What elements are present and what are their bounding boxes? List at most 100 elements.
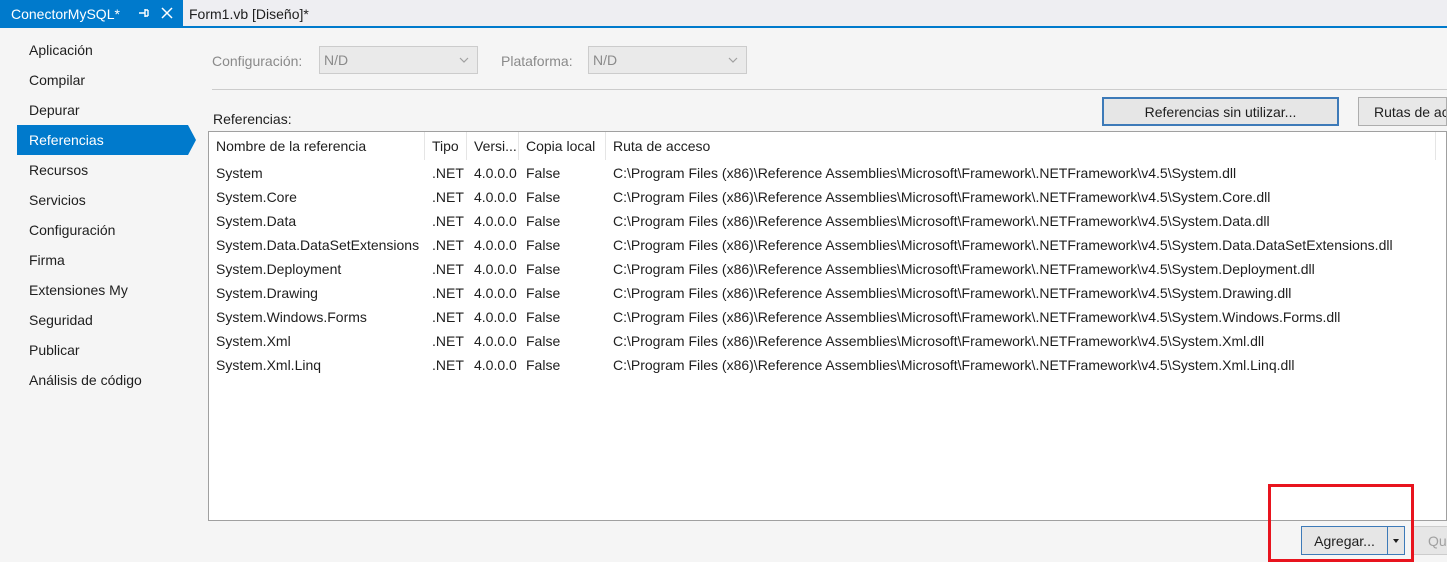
table-row[interactable]: System.Xml .NET 4.0.0.0 False C:\Program Fil… — [209, 329, 1446, 353]
chevron-down-icon — [728, 57, 738, 63]
nav-item-label: Firma — [29, 252, 65, 268]
cell-version: 4.0.0.0 — [474, 333, 517, 349]
cell-path: C:\Program Files (x86)\Reference Assembl… — [613, 213, 1270, 229]
cell-version: 4.0.0.0 — [474, 357, 517, 373]
table-row[interactable]: System.Deployment .NET 4.0.0.0 False C:\Prog… — [209, 257, 1446, 281]
plataforma-label: Plataforma: — [501, 53, 573, 69]
cell-version: 4.0.0.0 — [474, 309, 517, 325]
cell-name: System.Xml.Linq — [216, 357, 322, 373]
cell-path: C:\Program Files (x86)\Reference Assembl… — [613, 189, 1271, 205]
cell-type: .NET — [432, 165, 464, 181]
nav-item-aplicacion[interactable]: Aplicación — [17, 35, 188, 65]
table-row[interactable]: System.Core .NET 4.0.0.0 False C:\Program Fi… — [209, 185, 1446, 209]
table-row[interactable]: System .NET 4.0.0.0 False C:\Program Files (… — [209, 161, 1446, 185]
cell-path: C:\Program Files (x86)\Reference Assembl… — [613, 357, 1295, 373]
plataforma-value: N/D — [593, 52, 618, 68]
cell-path: C:\Program Files (x86)\Reference Assembl… — [613, 285, 1292, 301]
cell-copy-local: False — [526, 333, 561, 349]
nav-item-label: Extensiones My — [29, 282, 128, 298]
tab-form1-design[interactable]: Form1.vb [Diseño]* — [183, 0, 315, 28]
nav-item-analisis-de-codigo[interactable]: Análisis de código — [17, 365, 188, 395]
nav-item-label: Compilar — [29, 72, 86, 88]
column-header-path[interactable]: Ruta de acceso — [606, 132, 1436, 160]
remove-reference-button[interactable]: Qu — [1412, 526, 1447, 555]
cell-path: C:\Program Files (x86)\Reference Assembl… — [613, 309, 1341, 325]
cell-version: 4.0.0.0 — [474, 261, 517, 277]
cell-type: .NET — [432, 309, 464, 325]
caret-down-icon — [1393, 538, 1399, 543]
cell-path: C:\Program Files (x86)\Reference Assembl… — [613, 333, 1265, 349]
nav-item-recursos[interactable]: Recursos — [17, 155, 188, 185]
nav-item-configuracion[interactable]: Configuración — [17, 215, 188, 245]
column-header-type[interactable]: Tipo — [425, 132, 467, 160]
cell-type: .NET — [432, 237, 464, 253]
pin-icon[interactable] — [137, 6, 151, 20]
unused-references-button-label: Referencias sin utilizar... — [1144, 103, 1297, 120]
nav-item-seguridad[interactable]: Seguridad — [17, 305, 188, 335]
nav-item-label: Depurar — [29, 102, 80, 118]
table-row[interactable]: System.Drawing .NET 4.0.0.0 False C:\Program… — [209, 281, 1446, 305]
cell-copy-local: False — [526, 237, 561, 253]
reference-paths-button[interactable]: Rutas de ac — [1358, 97, 1447, 126]
cell-copy-local: False — [526, 309, 561, 325]
cell-type: .NET — [432, 213, 464, 229]
column-header-version[interactable]: Versi... — [467, 132, 519, 160]
plataforma-select[interactable]: N/D — [588, 46, 747, 74]
add-reference-split-button[interactable]: Agregar... — [1301, 526, 1405, 555]
nav-item-compilar[interactable]: Compilar — [17, 65, 188, 95]
add-reference-dropdown[interactable] — [1388, 527, 1404, 554]
cell-copy-local: False — [526, 357, 561, 373]
configuracion-value: N/D — [324, 52, 349, 68]
nav-item-label: Recursos — [29, 162, 89, 178]
nav-item-label: Análisis de código — [29, 372, 142, 388]
add-reference-button[interactable]: Agregar... — [1302, 527, 1388, 554]
cell-version: 4.0.0.0 — [474, 165, 517, 181]
cell-copy-local: False — [526, 165, 561, 181]
remove-reference-button-label: Qu — [1428, 532, 1447, 549]
configuracion-select[interactable]: N/D — [319, 46, 478, 74]
nav-item-firma[interactable]: Firma — [17, 245, 188, 275]
table-row[interactable]: System.Data.DataSetExtensions .NET 4.0.0.0… — [209, 233, 1446, 257]
unused-references-button[interactable]: Referencias sin utilizar... — [1102, 97, 1339, 126]
references-label: Referencias: — [213, 111, 292, 127]
nav-item-servicios[interactable]: Servicios — [17, 185, 188, 215]
cell-name: System.Deployment — [216, 261, 342, 277]
nav-item-depurar[interactable]: Depurar — [17, 95, 188, 125]
nav-item-label: Publicar — [29, 342, 80, 358]
tab-label: ConectorMySQL* — [11, 6, 120, 22]
cell-name: System.Drawing — [216, 285, 318, 301]
cell-copy-local: False — [526, 213, 561, 229]
nav-item-label: Referencias — [29, 132, 104, 148]
nav-item-referencias[interactable]: Referencias — [17, 125, 196, 155]
close-icon[interactable] — [160, 6, 174, 20]
cell-path: C:\Program Files (x86)\Reference Assembl… — [613, 165, 1237, 181]
document-tab-bar: ConectorMySQL* Form1.vb [Diseño]* — [0, 0, 1447, 28]
cell-name: System.Windows.Forms — [216, 309, 367, 325]
tab-conectormysql[interactable]: ConectorMySQL* — [0, 0, 183, 28]
cell-name: System.Core — [216, 189, 297, 205]
cell-path: C:\Program Files (x86)\Reference Assembl… — [613, 261, 1315, 277]
nav-item-label: Aplicación — [29, 42, 93, 58]
nav-item-extensiones-my[interactable]: Extensiones My — [17, 275, 188, 305]
nav-item-publicar[interactable]: Publicar — [17, 335, 188, 365]
cell-version: 4.0.0.0 — [474, 285, 517, 301]
project-properties-nav: Aplicación Compilar Depurar Referencias … — [0, 30, 196, 562]
cell-copy-local: False — [526, 189, 561, 205]
cell-name: System.Data — [216, 213, 297, 229]
table-row[interactable]: System.Xml.Linq .NET 4.0.0.0 False C:\Progra… — [209, 353, 1446, 377]
cell-name: System.Xml — [216, 333, 291, 349]
column-header-copy-local[interactable]: Copia local — [519, 132, 606, 160]
cell-type: .NET — [432, 333, 464, 349]
table-row[interactable]: System.Data .NET 4.0.0.0 False C:\Program Fi… — [209, 209, 1446, 233]
references-page: Configuración: N/D Plataforma: N/D Refer… — [195, 30, 1447, 562]
chevron-down-icon — [459, 57, 469, 63]
add-reference-button-label: Agregar... — [1314, 532, 1375, 549]
table-row[interactable]: System.Windows.Forms .NET 4.0.0.0 False C:\P… — [209, 305, 1446, 329]
references-list[interactable]: Nombre de la referencia Tipo Versi... Co… — [208, 131, 1447, 521]
reference-paths-button-label: Rutas de ac — [1374, 103, 1447, 120]
nav-item-label: Configuración — [29, 222, 116, 238]
cell-name: System.Data.DataSetExtensions — [216, 237, 420, 253]
column-header-name[interactable]: Nombre de la referencia — [209, 132, 425, 160]
tab-label: Form1.vb [Diseño]* — [189, 6, 309, 22]
cell-version: 4.0.0.0 — [474, 189, 517, 205]
